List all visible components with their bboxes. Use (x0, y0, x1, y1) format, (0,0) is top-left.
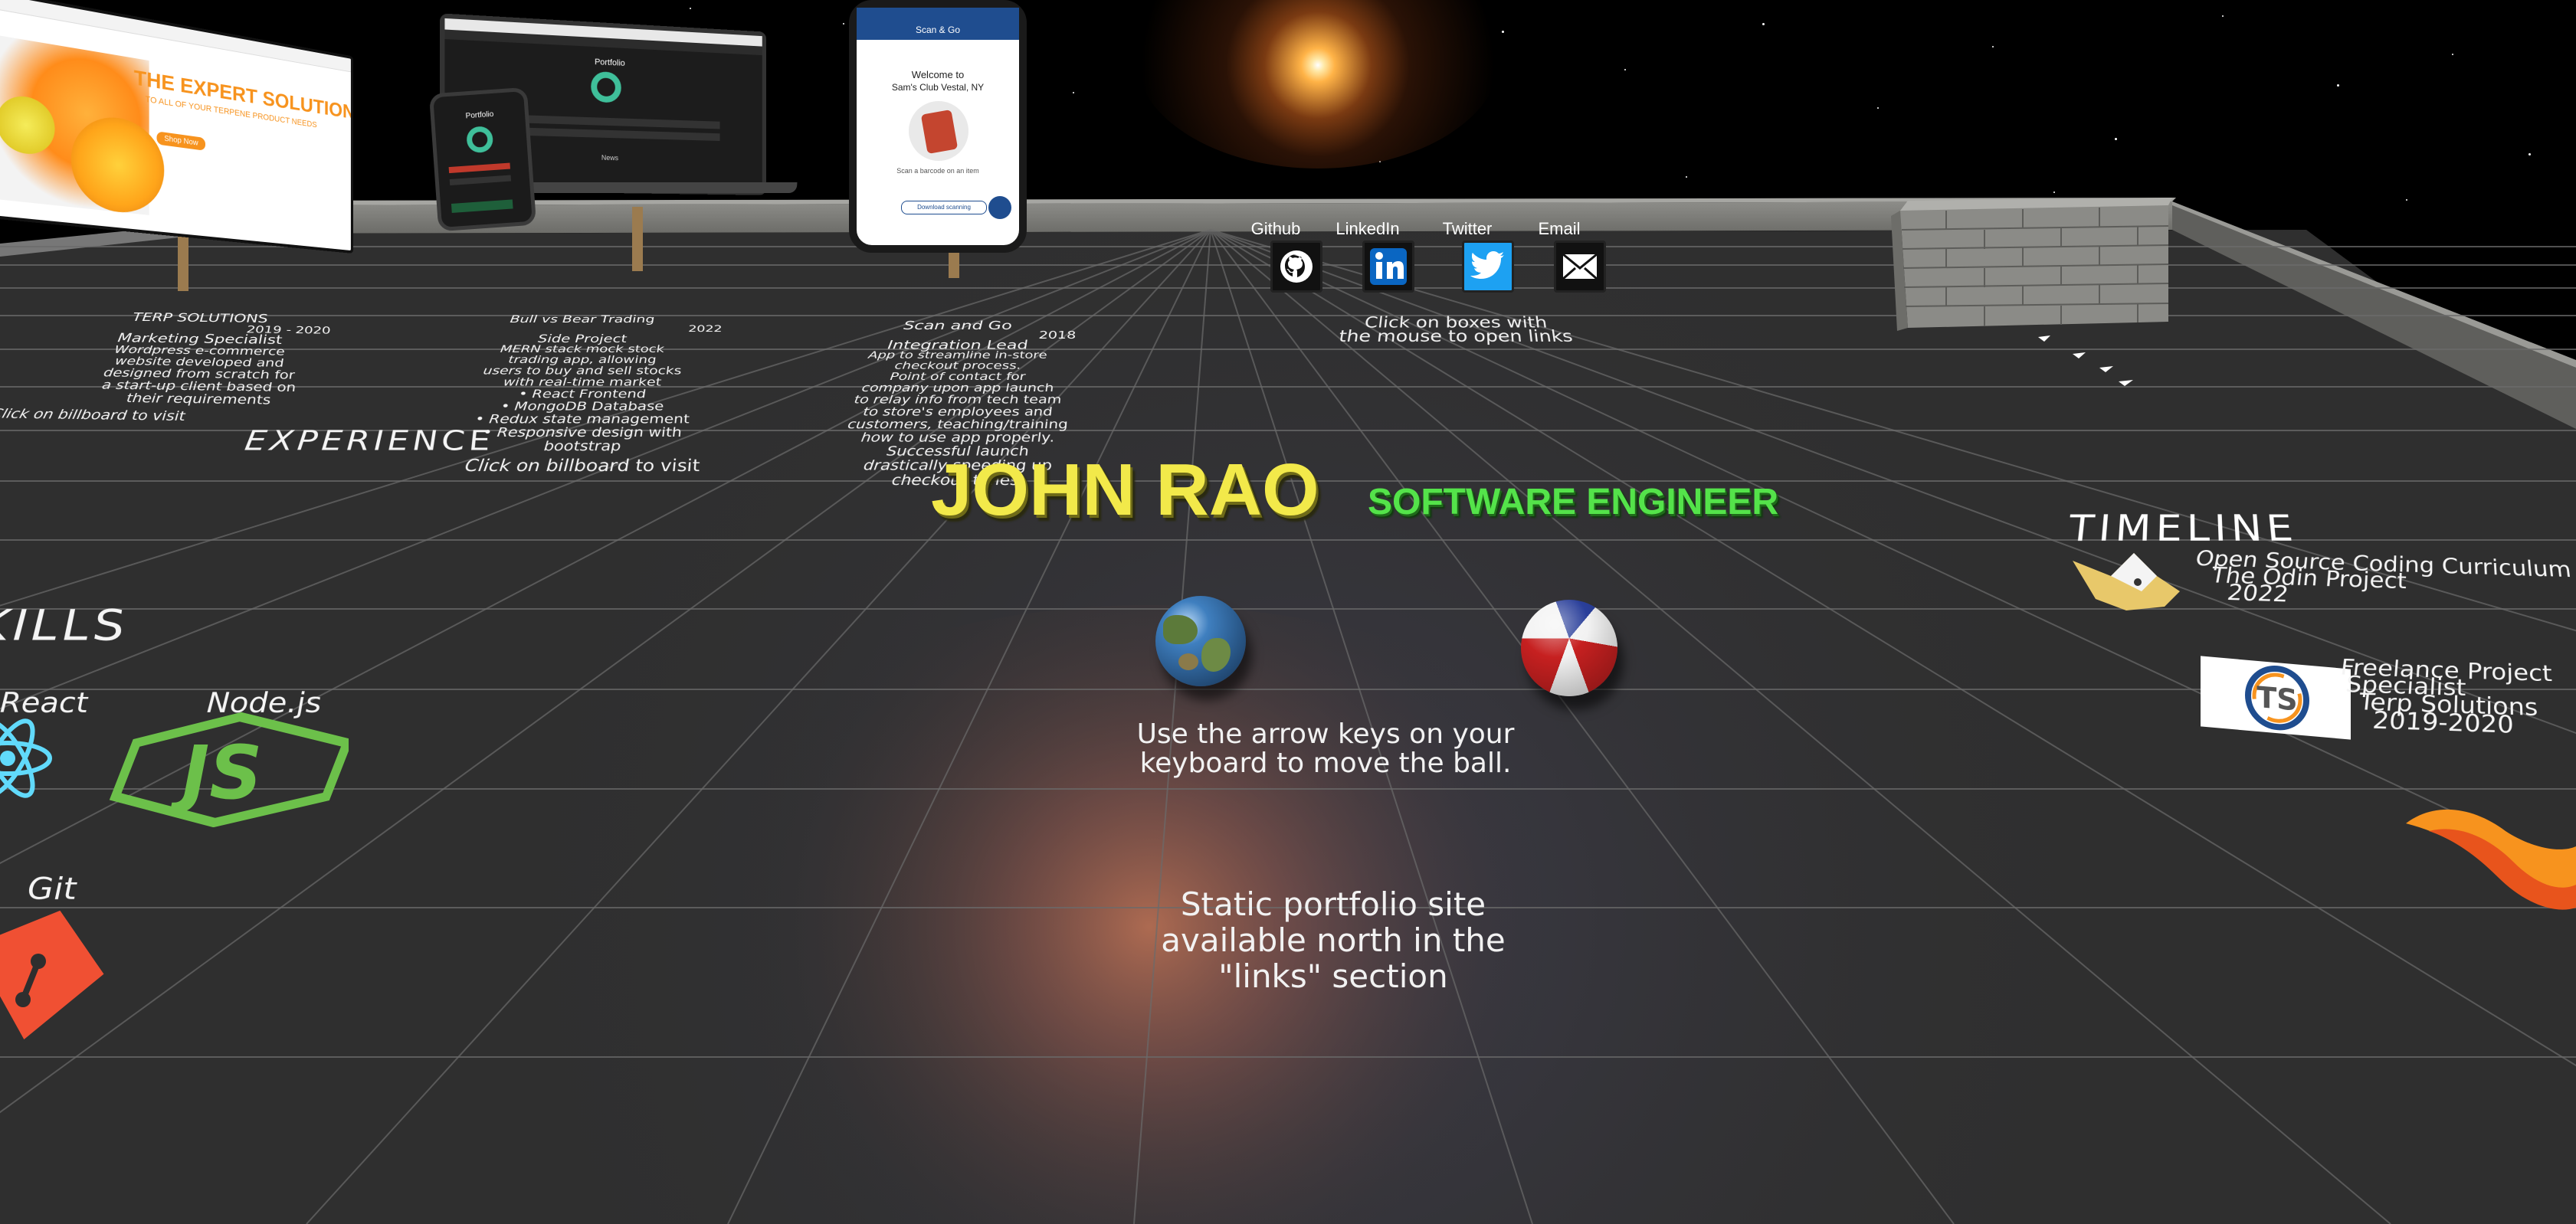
game-scene[interactable]: THE EXPERT SOLUTION TO ALL OF YOUR TERPE… (0, 0, 2576, 1224)
github-icon[interactable] (1270, 241, 1322, 293)
portfolio-company: Bull vs Bear Trading (509, 313, 656, 326)
static-site-line3: "links" section (1218, 957, 1448, 995)
brick-stack (1891, 198, 2172, 331)
scan-desc-line: checkout process. (893, 359, 1022, 372)
odin-project-icon (2065, 545, 2195, 614)
link-label: LinkedIn (1336, 219, 1400, 238)
link-label: Twitter (1442, 219, 1493, 238)
static-site-line2: available north in the (1161, 921, 1506, 959)
linkedin-icon[interactable] (1362, 241, 1414, 293)
email-icon[interactable] (1554, 241, 1606, 293)
terp-logo-text: TS (2256, 680, 2297, 718)
timeline-heading: TIMELINE (2066, 507, 2300, 550)
portfolio-desc-line: • React Frontend (518, 387, 647, 401)
timeline-terp-text: Freelance Project Specialist Terp Soluti… (2332, 654, 2555, 739)
scan-desc-line: company upon app launch (860, 381, 1055, 394)
portfolio-cta: Click on billboard to visit (463, 457, 702, 476)
scan-desc-line: customers, teaching/training (846, 417, 1070, 432)
terp-solutions-logo: TS (2201, 656, 2351, 740)
static-site-line1: Static portfolio site (1180, 885, 1486, 923)
link-label: Email (1538, 219, 1581, 238)
nodejs-icon: JS (103, 712, 353, 828)
twitter-icon[interactable] (1462, 241, 1514, 293)
phone-store: Sam's Club Vestal, NY (891, 82, 985, 93)
static-site-note: Static portfolio site available north in… (1027, 886, 1640, 994)
skill-label-react: React (0, 687, 89, 720)
git-icon (0, 908, 107, 1046)
phone-brand: Scan & Go (915, 25, 961, 35)
phone-screen-title: Portfolio (465, 110, 494, 121)
portfolio-desc-line: • MongoDB Database (500, 399, 665, 414)
phone-download-button[interactable]: Download scanning (901, 201, 987, 214)
skills-heading: KILLS (0, 601, 131, 651)
role-title: SOFTWARE ENGINEER (1368, 482, 1779, 522)
portfolio-desc-line: users to buy and sell stocks (482, 365, 683, 378)
billboard-post (632, 207, 643, 271)
scan-desc-line: to relay info from tech team (853, 393, 1063, 407)
beach-ball[interactable] (1521, 600, 1617, 696)
phone-welcome: Welcome to (911, 69, 965, 80)
move-instructions-line2: keyboard to move the ball. (1139, 748, 1512, 779)
portfolio-desc-line: trading app, allowing (507, 353, 657, 366)
links-section: Github LinkedIn Twitter Email (1251, 219, 1606, 303)
billboard-shop-button[interactable]: Shop Now (156, 131, 206, 151)
phone-hint: Scan a barcode on an item (896, 167, 979, 175)
scan-and-go-phone-billboard[interactable]: Scan & Go Welcome to Sam's Club Vestal, … (849, 0, 1027, 253)
skill-label-git: Git (27, 871, 77, 907)
scan-role: Integration Lead (887, 338, 1029, 352)
experience-heading: EXPERIENCE (242, 425, 497, 457)
links-hint-line2: the mouse to open links (1337, 326, 1575, 345)
react-icon (0, 716, 54, 800)
laptop-screen-title: Portfolio (595, 57, 625, 68)
scan-button-icon[interactable] (988, 196, 1011, 219)
portfolio-desc-line: MERN stack mock stock (500, 343, 665, 355)
scan-desc-line: App to streamline in-store (867, 349, 1048, 362)
scan-desc-line: how to use app properly. (860, 430, 1056, 446)
scan-desc-line: Point of contact for (889, 370, 1027, 383)
scan-desc-line: to store's employees and (862, 404, 1054, 419)
name-title: JOHN RAO (931, 449, 1319, 531)
portfolio-desc-line: • Redux state management (474, 411, 691, 427)
portfolio-role: Side Project (537, 332, 628, 345)
link-label: Github (1250, 219, 1301, 238)
portfolio-phone-billboard[interactable]: Portfolio (428, 87, 537, 232)
move-instructions: Use the arrow keys on your keyboard to m… (1019, 720, 1632, 778)
phoenix-icon (2406, 800, 2576, 923)
terp-experience-text: TERP SOLUTIONS 2019 - 2020 Marketing Spe… (0, 311, 408, 427)
move-instructions-line1: Use the arrow keys on your (1136, 718, 1515, 750)
links-hint: Click on boxes with the mouse to open li… (1268, 313, 1644, 345)
timeline-odin-text: Open Source Coding Curriculum The Odin P… (2188, 546, 2576, 613)
earth-ball[interactable] (1155, 596, 1246, 686)
portfolio-desc-line: with real-time market (502, 375, 663, 389)
svg-text:JS: JS (170, 730, 263, 816)
